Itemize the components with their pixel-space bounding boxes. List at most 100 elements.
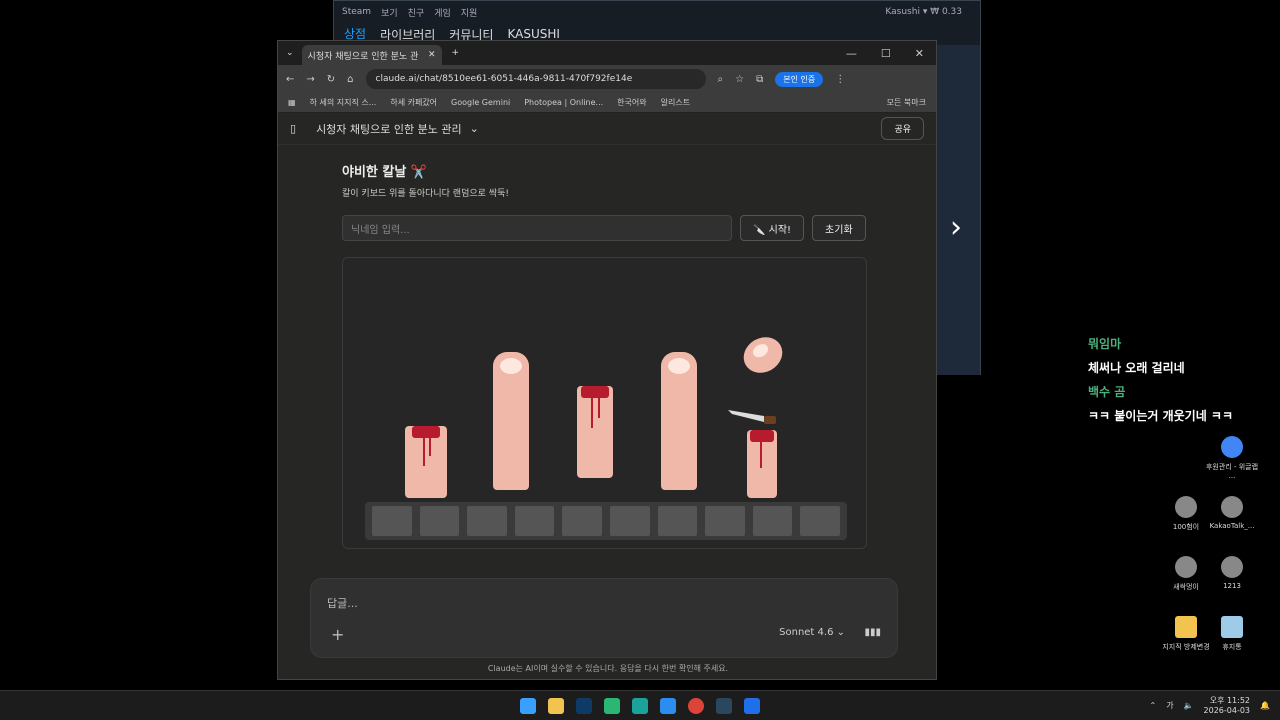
steam-user[interactable]: Kasushi ▾ ₩ 0.33 (885, 7, 962, 17)
desktop-icon-label: 휴지통 (1222, 643, 1242, 651)
window-controls: — ☐ ✕ (846, 47, 936, 60)
blood-drip (429, 436, 431, 456)
keyboard (365, 502, 847, 540)
tab-title: 시청자 채팅으로 인한 분노 관 (307, 51, 419, 62)
chat-message: 체써나 오래 걸리네 (1088, 361, 1185, 375)
forward-icon[interactable]: → (306, 74, 314, 85)
chevron-up-icon[interactable]: ⌃ (1149, 701, 1156, 710)
recycle-bin-icon[interactable]: 휴지통 (1204, 616, 1260, 652)
home-icon[interactable]: ⌂ (347, 74, 353, 85)
app-icon[interactable] (744, 697, 760, 714)
volume-icon[interactable]: 🔈 (1184, 701, 1194, 710)
address-bar: ← → ↻ ⌂ claude.ai/chat/8510ee61-6051-446… (278, 65, 936, 93)
start-button[interactable]: 🔪 시작! (740, 215, 805, 241)
flying-fingertip (737, 330, 789, 380)
artifact-title: 야비한 칼날 ✂️ (342, 165, 428, 180)
voice-icon[interactable]: ▮▮▮ (864, 627, 881, 638)
all-bookmarks[interactable]: 모든 북마크 (887, 97, 926, 108)
start-icon[interactable] (520, 697, 536, 714)
cut-finger (577, 386, 613, 478)
chat-title[interactable]: 시청자 채팅으로 인한 분노 관리 (316, 121, 462, 137)
model-selector[interactable]: Sonnet 4.6 ⌄ (779, 627, 845, 638)
fingernail (668, 358, 690, 374)
back-icon[interactable]: ← (286, 74, 294, 85)
desktop-icon[interactable]: 1213 (1204, 556, 1260, 590)
bookmark-item[interactable]: Photopea | Online... (524, 98, 603, 107)
bookmarks-bar: ▦ 하 세의 지지직 스... 하세 카페갔어 Google Gemini Ph… (278, 93, 936, 113)
app-icon[interactable] (632, 697, 648, 714)
photoshop-icon[interactable] (576, 697, 592, 714)
chevron-down-icon[interactable]: ⌄ (470, 122, 479, 135)
steam-menu-bar: Steam 보기 친구 게임 지원 Kasushi ▾ ₩ 0.33 (334, 1, 980, 23)
stream-chat: 뭐임마 체써나 오래 걸리네 백수 곰 ㅋㅋ 붙이는거 개웃기네 ㅋㅋ (1088, 332, 1233, 428)
chat-header: ▯ 시청자 채팅으로 인한 분노 관리 ⌄ 공유 (278, 113, 936, 145)
app-icon[interactable] (604, 697, 620, 714)
desktop-icon-label: 100험이 (1172, 523, 1200, 531)
clock[interactable]: 오후 11:52 2026-04-03 (1204, 696, 1251, 716)
share-button[interactable]: 공유 (881, 117, 924, 140)
taskbar: ⌃ 가 🔈 오후 11:52 2026-04-03 🔔 (0, 690, 1280, 720)
steam-menu-help[interactable]: 지원 (461, 6, 478, 19)
artifact-subtitle: 칼이 키보드 위를 돌아다니다 랜덤으로 싹둑! (342, 189, 509, 199)
chrome-icon[interactable] (688, 697, 704, 714)
tab-search-icon[interactable]: ⌄ (278, 48, 302, 58)
finger (661, 352, 697, 490)
blood-mark (412, 426, 440, 438)
clock-date: 2026-04-03 (1203, 705, 1251, 715)
steam-nav-profile[interactable]: KASUSHI (507, 27, 559, 41)
keyboard-key (657, 506, 698, 536)
reply-box[interactable]: 답글... + Sonnet 4.6 ⌄ ▮▮▮ (310, 578, 898, 658)
plus-icon[interactable]: + (331, 625, 344, 644)
bookmark-item[interactable]: 하세 카페갔어 (390, 97, 437, 108)
chevron-right-icon[interactable]: › (950, 210, 962, 245)
file-explorer-icon[interactable] (548, 697, 564, 714)
edge-icon[interactable] (660, 697, 676, 714)
fingernail (500, 358, 522, 374)
steam-icon[interactable] (716, 697, 732, 714)
reply-input[interactable]: 답글... (327, 595, 358, 611)
desktop-icon-chrome[interactable]: 후원관리 - 위글랩 ... (1204, 436, 1260, 480)
desktop: Steam 보기 친구 게임 지원 Kasushi ▾ ₩ 0.33 상점 라이… (0, 0, 1280, 720)
chat-username: 백수 곰 (1088, 385, 1126, 399)
apps-icon[interactable]: ▦ (288, 98, 296, 107)
bookmark-item[interactable]: 하 세의 지지직 스... (310, 97, 377, 108)
steam-menu-games[interactable]: 게임 (434, 6, 451, 19)
nickname-input[interactable]: 닉네임 입력... (342, 215, 732, 241)
bookmark-star-icon[interactable]: ☆ (735, 74, 744, 85)
clock-time: 오후 11:52 (1209, 695, 1251, 705)
reload-icon[interactable]: ↻ (327, 74, 335, 85)
notification-icon[interactable]: 🔔 (1260, 701, 1270, 710)
blood-drip (423, 436, 425, 466)
minimize-icon[interactable]: — (846, 47, 857, 60)
keyboard-key (514, 506, 555, 536)
bookmark-item[interactable]: Google Gemini (451, 98, 510, 107)
taskbar-apps (520, 697, 760, 714)
steam-menu-friends[interactable]: 친구 (408, 6, 425, 19)
desktop-icon-label: 후원관리 - 위글랩 ... (1205, 463, 1259, 480)
browser-tab[interactable]: 시청자 채팅으로 인한 분노 관 ✕ (301, 45, 442, 65)
bookmark-item[interactable]: 한국어와 (617, 97, 646, 108)
steam-menu-steam[interactable]: Steam (342, 7, 371, 17)
new-tab-icon[interactable]: + (442, 48, 470, 58)
desktop-icon[interactable]: KakaoTalk_... (1204, 496, 1260, 530)
close-tab-icon[interactable]: ✕ (428, 50, 436, 60)
url-text: claude.ai/chat/8510ee61-6051-446a-9811-4… (375, 74, 633, 84)
bookmark-item[interactable]: 알리스트 (661, 97, 690, 108)
verify-button[interactable]: 본인 인증 (775, 71, 824, 87)
zoom-icon[interactable]: ⌕ (718, 74, 724, 85)
ime-indicator[interactable]: 가 (1166, 700, 1173, 711)
sidebar-toggle-icon[interactable]: ▯ (290, 122, 296, 135)
keyboard-key (372, 506, 412, 536)
url-field[interactable]: claude.ai/chat/8510ee61-6051-446a-9811-4… (365, 69, 706, 89)
steam-menu-view[interactable]: 보기 (381, 6, 398, 19)
menu-icon[interactable]: ⋮ (835, 74, 845, 85)
reset-button[interactable]: 초기화 (812, 215, 866, 241)
tab-bar: ⌄ 시청자 채팅으로 인한 분노 관 ✕ + — ☐ ✕ (278, 41, 936, 65)
keyboard-key (800, 506, 840, 536)
browser-window: ⌄ 시청자 채팅으로 인한 분노 관 ✕ + — ☐ ✕ ← → ↻ ⌂ cla… (277, 40, 937, 680)
extensions-icon[interactable]: ⧉ (756, 74, 763, 85)
artifact-controls: 닉네임 입력... 🔪 시작! 초기화 (342, 215, 867, 241)
artifact: 야비한 칼날 ✂️ 칼이 키보드 위를 돌아다니다 랜덤으로 싹둑! 닉네임 입… (342, 161, 867, 549)
maximize-icon[interactable]: ☐ (881, 47, 891, 60)
close-window-icon[interactable]: ✕ (915, 47, 924, 60)
